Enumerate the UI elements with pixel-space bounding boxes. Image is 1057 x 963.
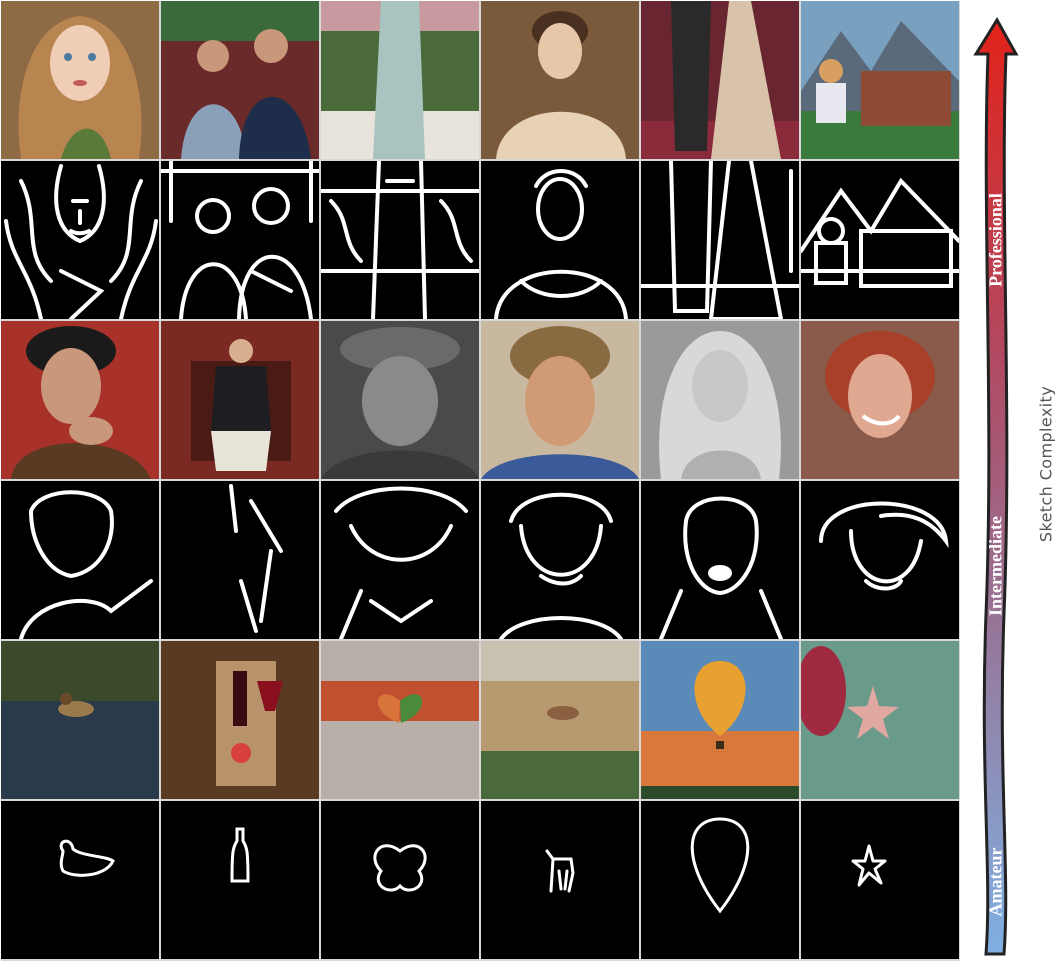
- photo-wine-bottle-glass: [161, 641, 319, 799]
- photo-deer-in-field: [481, 641, 639, 799]
- photo-woman-portrait-painting: [481, 1, 639, 159]
- level-label-professional: Professional: [985, 193, 1006, 287]
- sketch-girl-long-wavy-hair: [1, 161, 159, 319]
- sketch-man-hand-on-chin: [1, 481, 159, 639]
- photo-couple-red-carpet: [641, 1, 799, 159]
- sketch-girl-viewing-mountains: [801, 161, 959, 319]
- photo-girl-viewing-mountains: [801, 1, 959, 159]
- sketch-bottle: [161, 801, 319, 959]
- photo-woman-red-short-hair: [801, 321, 959, 479]
- photo-woman-blonde-bw: [641, 321, 799, 479]
- photo-old-man-headwrap: [321, 321, 479, 479]
- photo-man-hand-on-chin: [1, 321, 159, 479]
- sketch-woman-long-dress: [321, 161, 479, 319]
- sketch-balloon: [641, 801, 799, 959]
- sketch-butterfly: [321, 801, 479, 959]
- photo-starfish: [801, 641, 959, 799]
- sketch-complexity-arrow: [968, 14, 1032, 958]
- sketch-man-seated-armchair: [161, 481, 319, 639]
- sketch-woman-portrait-painting: [481, 161, 639, 319]
- photo-woman-long-dress: [321, 1, 479, 159]
- y-axis-label: Sketch Complexity: [1036, 385, 1056, 543]
- sketch-starfish: [801, 801, 959, 959]
- sketch-couple-red-carpet: [641, 161, 799, 319]
- level-label-intermediate: Intermediate: [985, 516, 1006, 616]
- sketch-duck: [1, 801, 159, 959]
- photo-two-men-seated: [161, 1, 319, 159]
- sketch-deer: [481, 801, 639, 959]
- photo-man-seated-armchair: [161, 321, 319, 479]
- sketch-woman-blonde-bw: [641, 481, 799, 639]
- sketch-woman-red-short-hair: [801, 481, 959, 639]
- photo-girl-long-wavy-hair: [1, 1, 159, 159]
- level-label-amateur: Amateur: [985, 847, 1006, 917]
- photo-hot-air-balloon: [641, 641, 799, 799]
- sketch-man-curly-hair: [481, 481, 639, 639]
- photo-butterfly: [321, 641, 479, 799]
- sketch-two-men-seated: [161, 161, 319, 319]
- photo-man-curly-hair: [481, 321, 639, 479]
- sketch-old-man-headwrap: [321, 481, 479, 639]
- image-grid: [1, 1, 960, 961]
- photo-duck-on-water: [1, 641, 159, 799]
